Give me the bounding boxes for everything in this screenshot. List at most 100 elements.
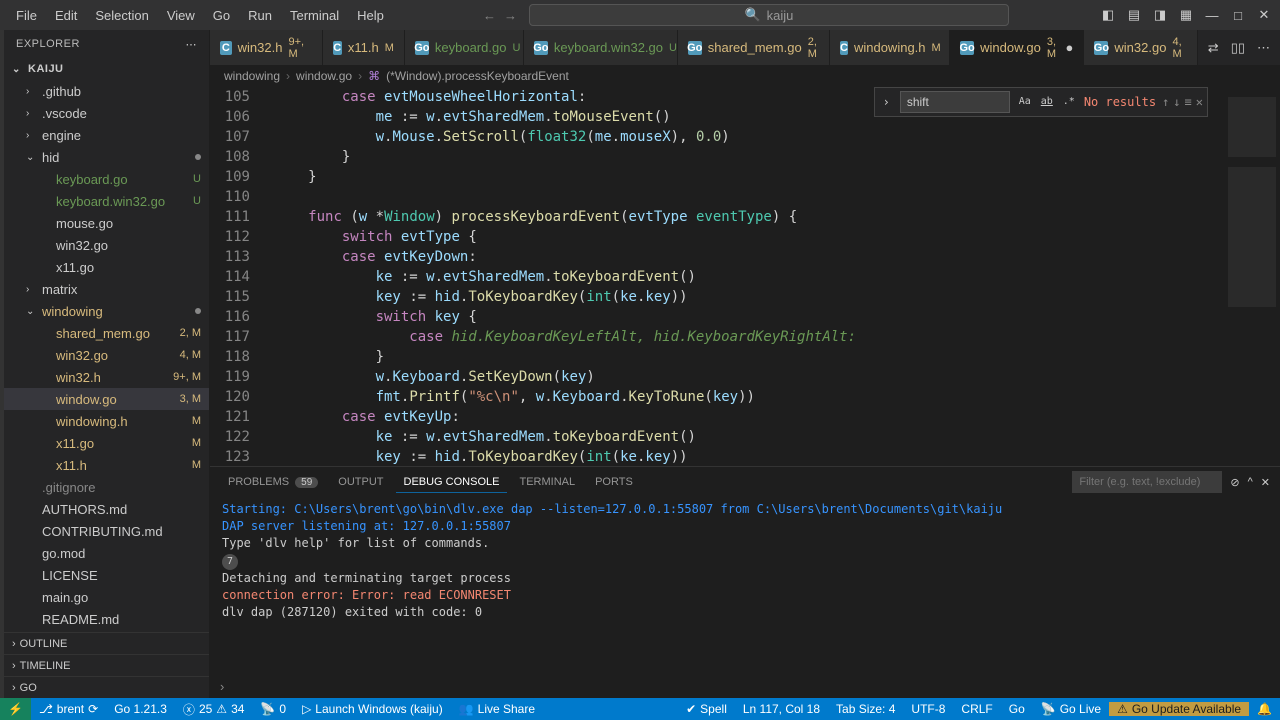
menu-selection[interactable]: Selection (87, 4, 156, 27)
panel-maximize-icon[interactable]: ^ (1248, 476, 1253, 488)
menu-run[interactable]: Run (240, 4, 280, 27)
menu-terminal[interactable]: Terminal (282, 4, 347, 27)
tree-item[interactable]: .gitignore (4, 476, 209, 498)
nav-back-icon[interactable]: ← (483, 8, 496, 23)
compare-icon[interactable]: ⇄ (1208, 40, 1219, 56)
tree-item[interactable]: x11.hM (4, 454, 209, 476)
editor-tab[interactable]: C x11.h M (323, 30, 405, 65)
find-input[interactable] (900, 91, 1010, 113)
tree-item[interactable]: CONTRIBUTING.md (4, 520, 209, 542)
tree-item[interactable]: x11.go (4, 256, 209, 278)
tree-item[interactable]: ›.github (4, 80, 209, 102)
editor-tab[interactable]: Go window.go 3, M ● (950, 30, 1084, 65)
tree-root[interactable]: ⌄ KAIJU (4, 58, 209, 80)
notifications-button[interactable]: 🔔 (1249, 702, 1280, 716)
cursor-position[interactable]: Ln 117, Col 18 (735, 702, 828, 716)
menu-go[interactable]: Go (205, 4, 238, 27)
problems-button[interactable]: ⓧ25⚠34 (175, 698, 253, 720)
tree-item[interactable]: x11.goM (4, 432, 209, 454)
layout-sidebar-left-icon[interactable]: ◧ (1100, 7, 1116, 23)
tree-item[interactable]: keyboard.win32.goU (4, 190, 209, 212)
find-next-icon[interactable]: ↓ (1173, 92, 1180, 112)
tree-item[interactable]: keyboard.goU (4, 168, 209, 190)
split-editor-icon[interactable]: ▯▯ (1231, 40, 1245, 56)
match-case-icon[interactable]: Aa (1016, 93, 1034, 111)
live-share-button[interactable]: 👥Live Share (451, 698, 543, 720)
breadcrumb[interactable]: windowing › window.go › ⌘ (*Window).proc… (210, 65, 1280, 87)
editor-body[interactable]: 1051061071081091101111121131141151161171… (210, 87, 1280, 466)
section-go[interactable]: ›GO (4, 676, 209, 698)
panel-tab-output[interactable]: OUTPUT (330, 472, 391, 492)
tree-item[interactable]: LICENSE (4, 564, 209, 586)
debug-console-input[interactable]: › (210, 674, 1280, 698)
find-prev-icon[interactable]: ↑ (1162, 92, 1169, 112)
tree-item[interactable]: main.go (4, 586, 209, 608)
debug-config-button[interactable]: ▷Launch Windows (kaiju) (294, 698, 451, 720)
tree-item[interactable]: README.md (4, 608, 209, 630)
section-timeline[interactable]: ›TIMELINE (4, 654, 209, 676)
panel-tab-ports[interactable]: PORTS (587, 472, 641, 492)
nav-forward-icon[interactable]: → (504, 8, 517, 23)
tree-item[interactable]: win32.go (4, 234, 209, 256)
close-icon[interactable]: ✕ (1256, 7, 1272, 23)
ports-button[interactable]: 📡0 (252, 698, 294, 720)
customize-layout-icon[interactable]: ▦ (1178, 7, 1194, 23)
layout-sidebar-right-icon[interactable]: ◨ (1152, 7, 1168, 23)
menu-edit[interactable]: Edit (47, 4, 85, 27)
menu-help[interactable]: Help (349, 4, 392, 27)
editor-tab[interactable]: C win32.h 9+, M (210, 30, 323, 65)
code-content[interactable]: case evtMouseWheelHorizontal: me := w.ev… (266, 87, 1220, 466)
go-update-button[interactable]: ⚠Go Update Available (1109, 702, 1249, 716)
tree-item[interactable]: ›.vscode (4, 102, 209, 124)
tree-item[interactable]: ⌄windowing (4, 300, 209, 322)
match-word-icon[interactable]: ab (1038, 93, 1056, 111)
eol[interactable]: CRLF (953, 702, 1000, 716)
debug-console-output[interactable]: Starting: C:\Users\brent\go\bin\dlv.exe … (210, 497, 1280, 674)
menu-file[interactable]: File (8, 4, 45, 27)
editor-tab[interactable]: Go win32.go 4, M (1084, 30, 1197, 65)
editor-tab[interactable]: C windowing.h M (830, 30, 950, 65)
remote-button[interactable]: ⚡ (0, 698, 31, 720)
section-outline[interactable]: ›OUTLINE (4, 632, 209, 654)
find-selection-icon[interactable]: ≡ (1185, 92, 1192, 112)
tree-item[interactable]: AUTHORS.md (4, 498, 209, 520)
editor-tab[interactable]: Go keyboard.win32.go U (524, 30, 678, 65)
menu-view[interactable]: View (159, 4, 203, 27)
expand-find-icon[interactable]: › (879, 92, 894, 112)
tree-item[interactable]: ⌄hid (4, 146, 209, 168)
maximize-icon[interactable]: □ (1230, 7, 1246, 23)
tab-size[interactable]: Tab Size: 4 (828, 702, 903, 716)
layout-panel-icon[interactable]: ▤ (1126, 7, 1142, 23)
regex-icon[interactable]: .* (1060, 93, 1078, 111)
minimize-icon[interactable]: — (1204, 7, 1220, 23)
branch-button[interactable]: ⎇brent⟳ (31, 698, 106, 720)
go-live-button[interactable]: 📡Go Live (1033, 702, 1109, 716)
panel-filter-input[interactable] (1072, 471, 1222, 493)
more-icon[interactable]: ⋯ (1257, 40, 1270, 56)
panel-close-icon[interactable]: ✕ (1261, 476, 1270, 489)
go-version[interactable]: Go 1.21.3 (106, 698, 175, 720)
clear-console-icon[interactable]: ⊘ (1230, 476, 1239, 489)
tree-item[interactable]: window.go3, M (4, 388, 209, 410)
editor-tab[interactable]: Go shared_mem.go 2, M (678, 30, 830, 65)
command-center[interactable]: 🔍 kaiju (529, 4, 1009, 26)
collapsed-count-icon[interactable]: 7 (222, 554, 238, 570)
tree-item[interactable]: go.mod (4, 542, 209, 564)
minimap[interactable] (1220, 87, 1280, 466)
editor-tab[interactable]: Go keyboard.go U (405, 30, 524, 65)
encoding[interactable]: UTF-8 (903, 702, 953, 716)
tree-item[interactable]: shared_mem.go2, M (4, 322, 209, 344)
panel-tab-terminal[interactable]: TERMINAL (511, 472, 583, 492)
tree-item[interactable]: win32.h9+, M (4, 366, 209, 388)
tree-item[interactable]: mouse.go (4, 212, 209, 234)
tree-item[interactable]: windowing.hM (4, 410, 209, 432)
tree-item[interactable]: ›matrix (4, 278, 209, 300)
find-close-icon[interactable]: ✕ (1196, 92, 1203, 112)
spell-button[interactable]: ✔Spell (678, 702, 735, 716)
panel-tab-debug-console[interactable]: DEBUG CONSOLE (396, 472, 508, 493)
panel-tab-problems[interactable]: PROBLEMS59 (220, 472, 326, 492)
more-icon[interactable]: ⋯ (186, 38, 198, 51)
tree-item[interactable]: win32.go4, M (4, 344, 209, 366)
tree-item[interactable]: ›engine (4, 124, 209, 146)
language-mode[interactable]: Go (1001, 702, 1033, 716)
